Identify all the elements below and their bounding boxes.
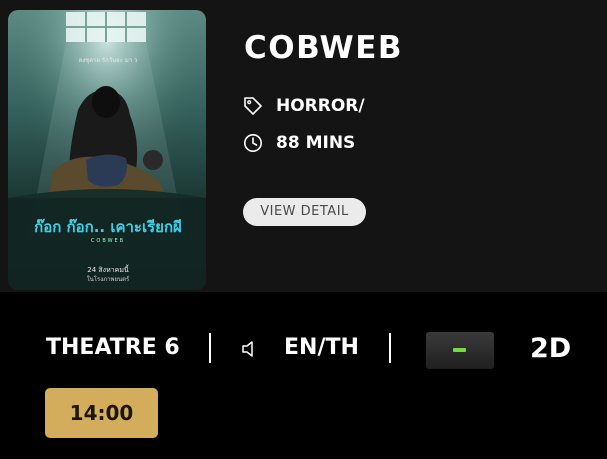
minus-icon xyxy=(453,348,466,352)
format-badge xyxy=(426,332,494,369)
tag-icon xyxy=(244,97,262,115)
movie-card: ลงชุดรอ รักวันจะ มา ว ก๊อก ก๊อก.. เคาะเร… xyxy=(0,0,607,292)
theatre-label: THEATRE 6 xyxy=(46,335,180,360)
divider xyxy=(389,333,391,363)
movie-poster[interactable]: ลงชุดรอ รักวันจะ มา ว ก๊อก ก๊อก.. เคาะเร… xyxy=(8,10,206,290)
poster-tagline: ลงชุดรอ รักวันจะ มา ว xyxy=(79,57,138,64)
genre-row: HORROR/ xyxy=(243,96,365,116)
dimension-label: 2D xyxy=(530,333,572,364)
poster-english-title: COBWEB xyxy=(91,238,125,244)
skylight-window xyxy=(66,12,146,42)
audio-language: EN/TH xyxy=(284,335,359,360)
view-detail-button[interactable]: VIEW DETAIL xyxy=(243,198,366,226)
poster-artwork: ลงชุดรอ รักวันจะ มา ว ก๊อก ก๊อก.. เคาะเร… xyxy=(8,10,206,290)
speaker-icon xyxy=(242,341,253,357)
showtime-button[interactable]: 14:00 xyxy=(45,388,158,438)
movie-title: COBWEB xyxy=(244,30,404,66)
divider xyxy=(209,333,211,363)
duration-row: 88 MINS xyxy=(243,133,355,153)
session-info-bar: THEATRE 6 EN/TH 2D xyxy=(0,325,607,373)
poster-release-note: ในโรงภาพยนตร์ xyxy=(87,275,130,283)
poster-thai-title: ก๊อก ก๊อก.. เคาะเรียกผี xyxy=(34,218,182,236)
movie-duration: 88 MINS xyxy=(276,133,356,153)
movie-genre: HORROR/ xyxy=(276,96,365,116)
clock-icon xyxy=(244,134,262,152)
